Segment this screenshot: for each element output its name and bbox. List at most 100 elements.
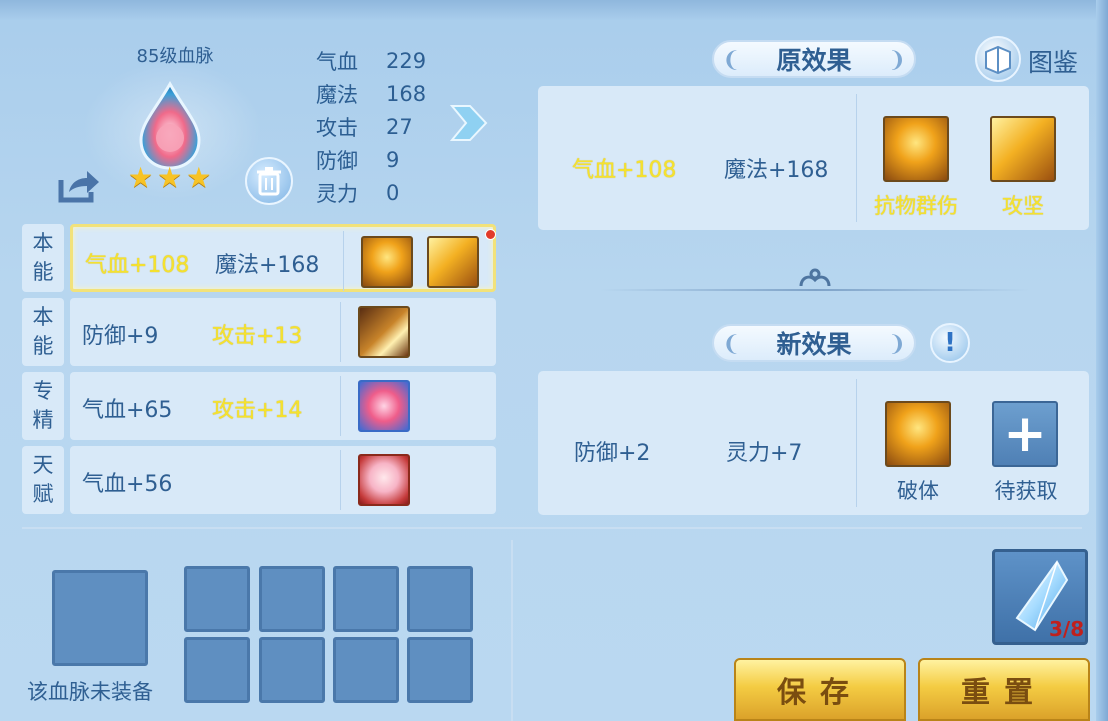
stats-list: 气血 229 魔法 168 攻击 27 防御 9 灵力 0 [316,44,426,209]
star-icon: ★ [128,161,154,194]
new-skill-name: 待获取 [994,479,1058,503]
stat-row-mp: 魔法 168 [316,77,426,110]
stat-value: 229 [386,48,427,73]
notification-dot [485,229,496,240]
effect-row[interactable]: 本 能 气血+108 魔法+168 [22,224,496,292]
new-attr-1: 防御+2 [574,441,651,466]
row-divider [340,376,341,436]
row-tag-char: 天 [32,453,54,477]
equip-slot[interactable] [407,566,473,632]
row-divider [340,450,341,510]
stat-value: 9 [386,147,400,172]
star-rating: ★ ★ ★ [128,164,211,192]
main-equip-slot[interactable] [52,570,148,666]
row-body[interactable]: 气血+56 [70,446,496,514]
row-tag-char: 精 [32,408,54,432]
original-effect-title: 原效果 [776,46,852,75]
row-divider [340,302,341,362]
stat-label: 灵力 [316,181,358,206]
swirl-left-icon: ❨ [722,332,741,357]
row-body[interactable]: 防御+9 攻击+13 [70,298,496,366]
book-glyph-icon [985,45,1011,75]
swirl-right-icon: ❩ [887,48,906,73]
row-tag-char: 本 [32,231,54,255]
new-attr-2: 灵力+7 [726,441,803,466]
equip-slot[interactable] [184,566,250,632]
handbook-label[interactable]: 图鉴 [1028,43,1078,79]
bottom-vertical-divider [511,540,513,721]
pink-girl-face-icon[interactable] [358,454,410,506]
row-attr-2: 攻击+14 [212,398,303,423]
original-attr-1: 气血+108 [572,158,677,183]
window-top-frame [0,0,1108,20]
row-attr-1: 气血+56 [82,472,173,497]
row-tag: 天 赋 [22,446,64,514]
stat-label: 魔法 [316,82,358,107]
row-attr-2: 魔法+168 [215,253,320,278]
bloodline-gem-icon[interactable] [135,80,205,170]
plus-icon[interactable]: + [992,401,1058,467]
stat-value: 168 [386,81,427,106]
trash-glyph-icon [257,167,281,196]
trash-icon[interactable] [245,157,293,205]
row-tag-char: 能 [32,260,54,284]
equip-status-label: 该血脉未装备 [27,680,153,704]
arrow-right-icon[interactable] [448,96,490,150]
reset-button[interactable]: 重置 [918,658,1090,721]
equip-slot[interactable] [407,637,473,703]
info-icon[interactable]: ! [930,323,970,363]
row-tag: 专 精 [22,372,64,440]
row-tag-char: 专 [32,379,54,403]
golden-burst-skill-icon[interactable] [427,236,479,288]
pink-creature-skill-icon[interactable] [358,380,410,432]
window-right-frame [1096,0,1108,721]
row-body[interactable]: 气血+65 攻击+14 [70,372,496,440]
star-icon: ★ [186,161,212,194]
save-button[interactable]: 保存 [734,658,906,721]
effect-row[interactable]: 本 能 防御+9 攻击+13 [22,298,496,366]
golden-shield-skill-icon[interactable] [883,116,949,182]
original-attr-2: 魔法+168 [724,158,829,183]
row-tag: 本 能 [22,298,64,366]
stat-label: 攻击 [316,115,358,140]
stat-label: 气血 [316,49,358,74]
new-effect-banner: ❨ 新效果 ❩ [712,324,916,362]
effect-row[interactable]: 天 赋 气血+56 [22,446,496,514]
equip-slot[interactable] [259,566,325,632]
equip-slot[interactable] [333,566,399,632]
golden-wing-skill-icon[interactable] [358,306,410,358]
row-attr-1: 气血+108 [85,253,190,278]
stat-label: 防御 [316,148,358,173]
original-effect-panel: 气血+108 魔法+168 抗物群伤 攻坚 [538,86,1089,230]
golden-burst-skill-icon[interactable] [990,116,1056,182]
panel-divider [856,94,857,222]
bottom-divider [22,527,1082,529]
original-skill-name: 攻坚 [1002,194,1044,218]
book-icon[interactable] [975,36,1021,82]
stat-row-hp: 气血 229 [316,44,426,77]
effect-row[interactable]: 专 精 气血+65 攻击+14 [22,372,496,440]
equip-slot[interactable] [184,637,250,703]
stat-row-defense: 防御 9 [316,143,426,176]
swirl-right-icon: ❩ [887,332,906,357]
row-divider [343,231,344,291]
row-tag-char: 能 [32,334,54,358]
row-body-selected[interactable]: 气血+108 魔法+168 [70,224,496,292]
stat-value: 0 [386,180,400,205]
original-effect-banner: ❨ 原效果 ❩ [712,40,916,78]
equip-slot[interactable] [333,637,399,703]
share-icon[interactable] [57,168,101,204]
row-tag: 本 能 [22,224,64,292]
row-tag-char: 赋 [32,482,54,506]
golden-armor-skill-icon[interactable] [885,401,951,467]
row-attr-2: 攻击+13 [212,324,303,349]
original-skill-name: 抗物群伤 [874,194,958,218]
equip-slot[interactable] [259,637,325,703]
star-icon: ★ [157,161,183,194]
golden-shield-skill-icon[interactable] [361,236,413,288]
bloodline-level-title: 85级血脉 [136,46,214,67]
crystal-count: 3/8 [1049,617,1085,641]
row-tag-char: 本 [32,305,54,329]
stat-value: 27 [386,114,413,139]
row-attr-1: 防御+9 [82,324,159,349]
